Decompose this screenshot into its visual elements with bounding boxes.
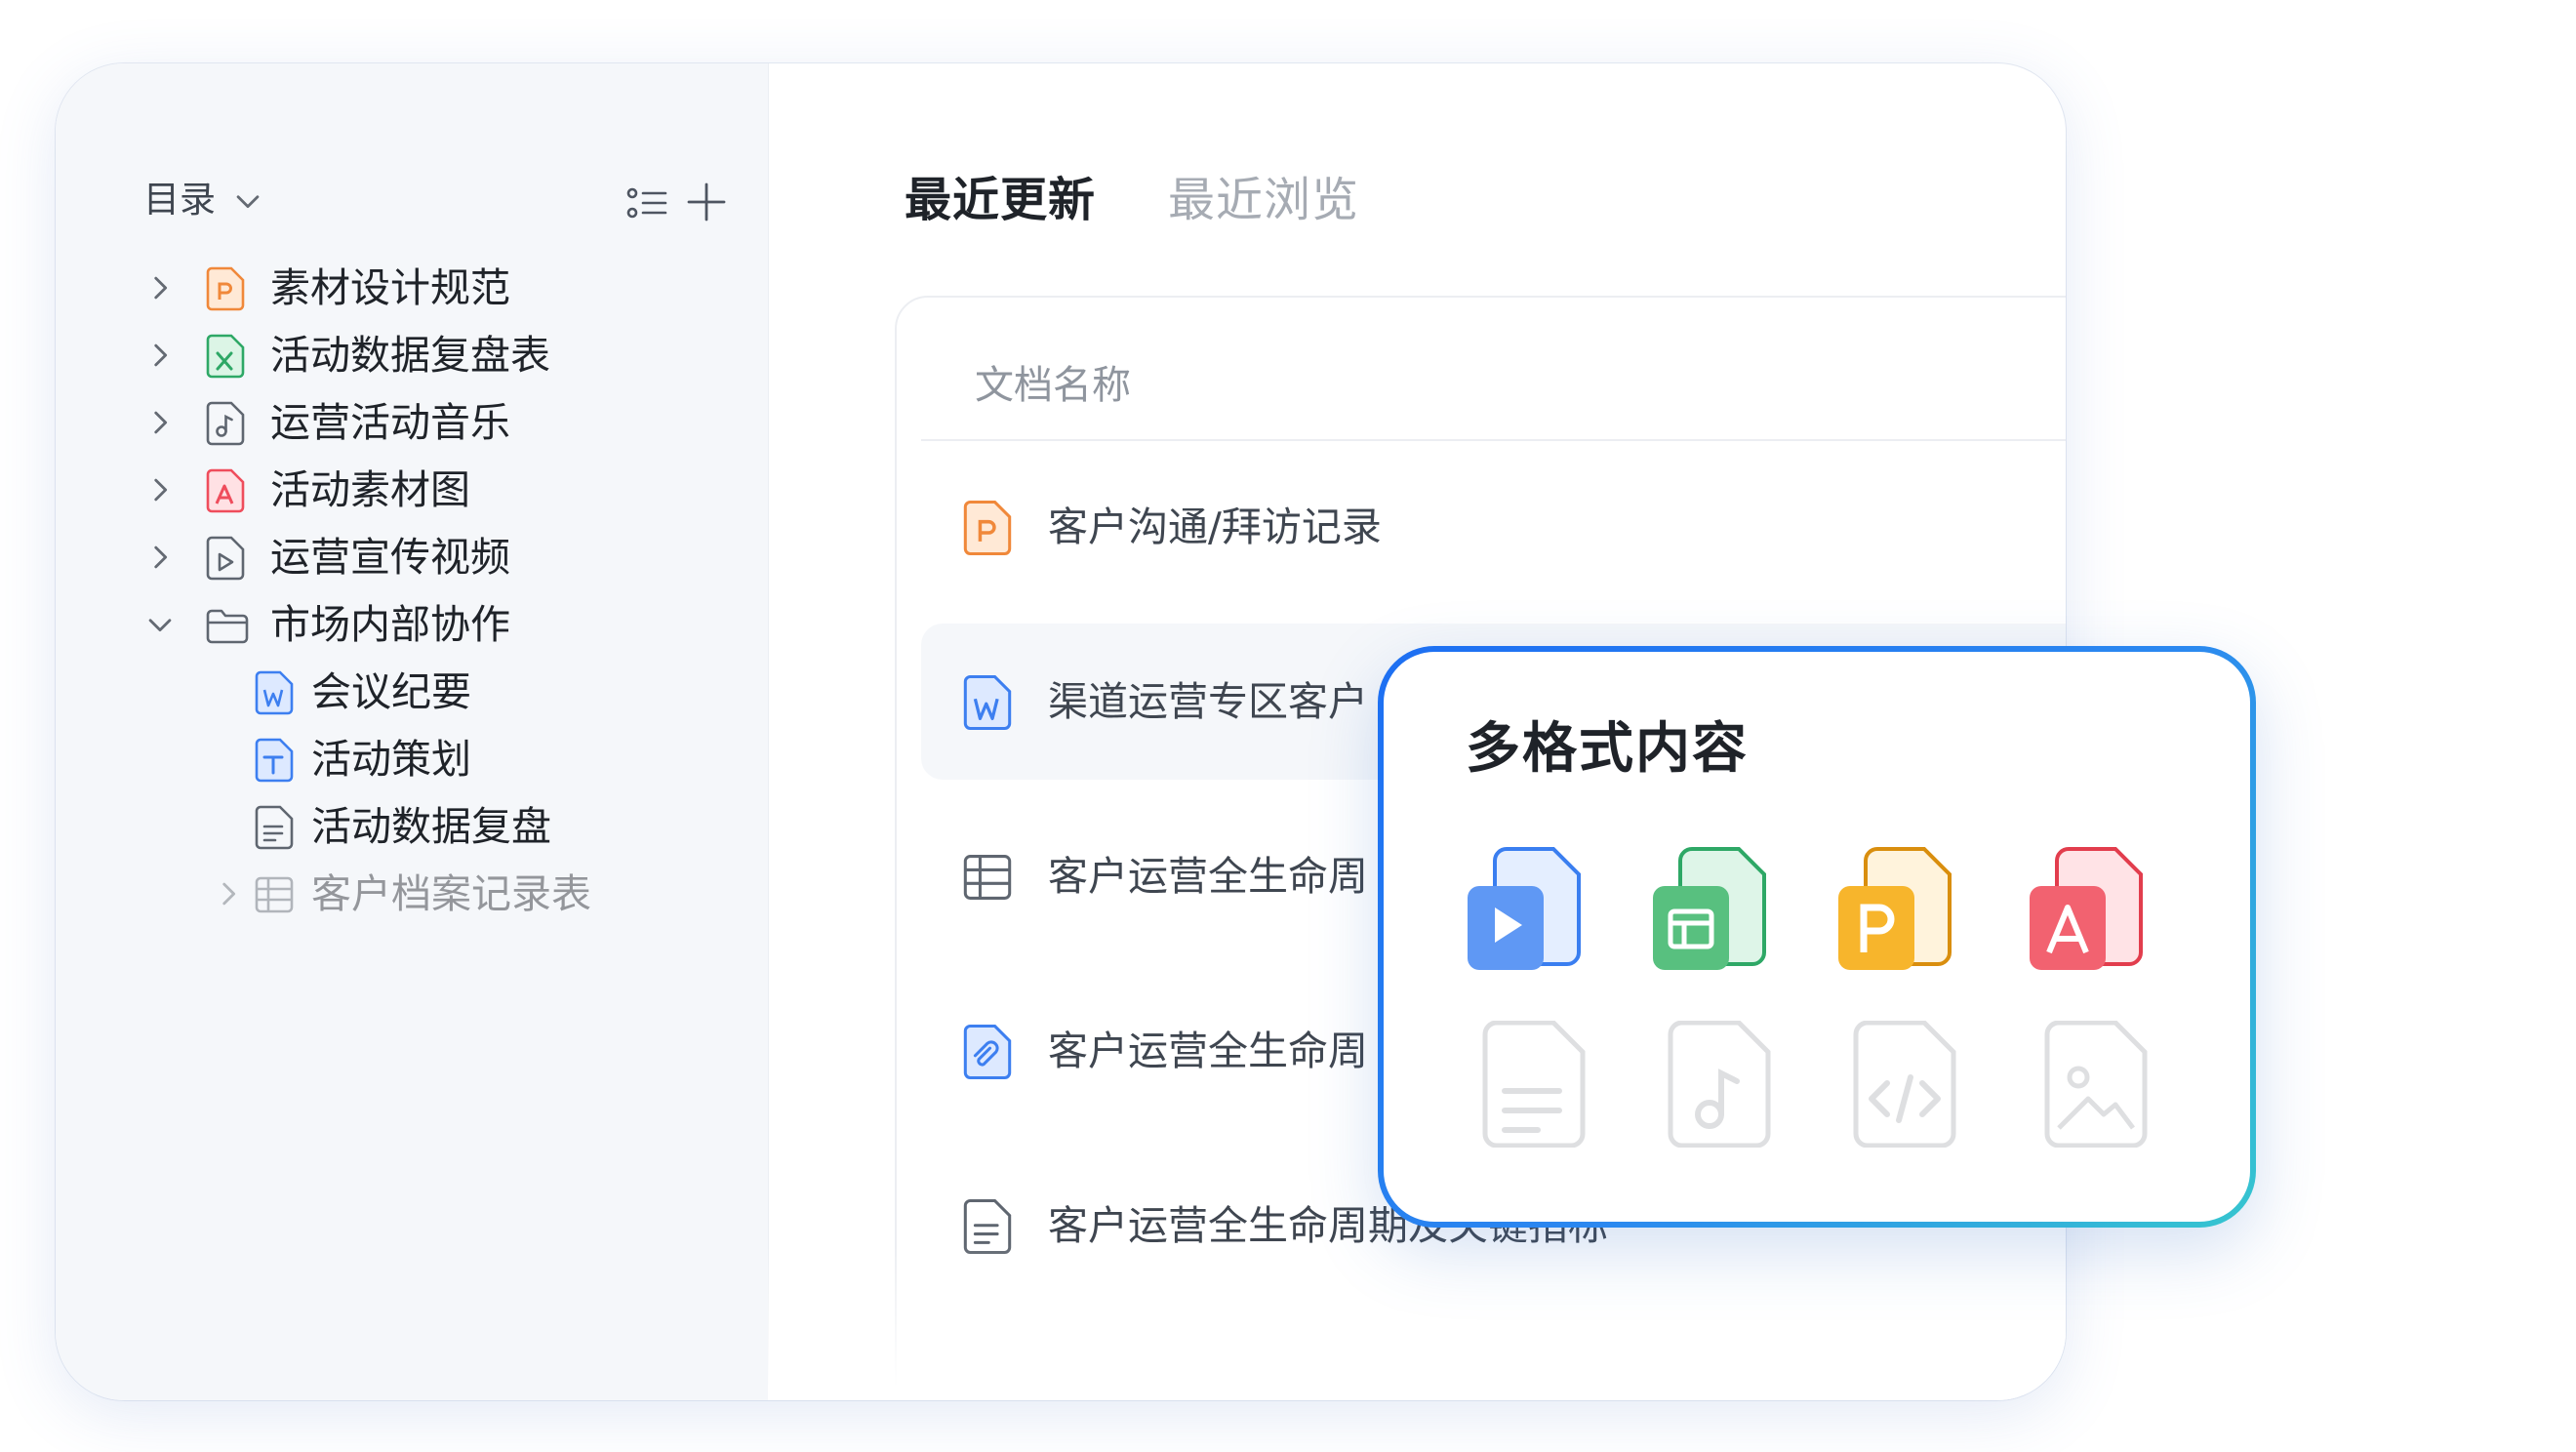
doc-name: 客户运营全生命周 <box>1048 853 1368 900</box>
folder-icon <box>206 609 249 644</box>
chevron-right-icon[interactable] <box>143 271 177 304</box>
sidebar-fade-overlay <box>56 1234 768 1400</box>
pdf-file-icon <box>206 468 245 513</box>
sidebar-item-label: 客户档案记录表 <box>311 870 591 917</box>
video-file-icon <box>206 536 245 581</box>
table-file-icon <box>963 855 1012 900</box>
ppt-file-icon <box>963 501 1012 555</box>
chevron-right-icon[interactable] <box>143 473 177 506</box>
sidebar-item-meeting-notes[interactable]: 会议纪要 <box>143 653 768 731</box>
sidebar-item-label: 运营活动音乐 <box>270 399 510 446</box>
excel-file-icon <box>206 334 245 379</box>
divider <box>921 439 2066 441</box>
sidebar-item-label: 市场内部协作 <box>270 601 510 648</box>
sheet-format-icon <box>1653 847 1766 970</box>
doc-name: 客户沟通/拜访记录 <box>1048 504 1382 550</box>
chevron-right-icon[interactable] <box>143 339 177 372</box>
ppt-format-icon <box>1838 847 1952 970</box>
list-view-icon[interactable] <box>626 184 669 223</box>
directory-title[interactable]: 目录 <box>143 161 216 239</box>
word-file-icon <box>255 670 294 715</box>
ppt-file-icon <box>206 266 245 311</box>
music-file-icon <box>206 401 245 446</box>
doc-file-icon <box>255 805 294 850</box>
sidebar-item-activity-plan[interactable]: 活动策划 <box>143 720 768 798</box>
chevron-down-icon[interactable] <box>231 184 264 218</box>
tab-recent-views[interactable]: 最近浏览 <box>1168 156 1359 244</box>
doc-name-column-header: 文档名称 <box>975 363 1131 408</box>
chevron-right-icon[interactable] <box>143 541 177 574</box>
sidebar-item-label: 活动数据复盘表 <box>270 332 550 379</box>
sidebar-item-marketing-collab[interactable]: 市场内部协作 <box>143 585 768 664</box>
sidebar-item-activity-images[interactable]: 活动素材图 <box>143 451 768 529</box>
sidebar-item-customer-records[interactable]: 客户档案记录表 <box>143 855 768 933</box>
word-file-icon <box>963 675 1012 730</box>
sidebar-item-promo-video[interactable]: 运营宣传视频 <box>143 518 768 596</box>
sidebar-item-label: 活动策划 <box>311 736 471 783</box>
music-format-icon <box>1668 1021 1771 1148</box>
popup-body: 多格式内容 <box>1384 652 2250 1222</box>
popup-title: 多格式内容 <box>1466 717 1749 781</box>
video-format-icon <box>1468 847 1581 970</box>
sidebar-item-activity-data-sheet[interactable]: 活动数据复盘表 <box>143 316 768 394</box>
code-format-icon <box>1853 1021 1956 1148</box>
document-format-icon <box>1482 1021 1586 1148</box>
sidebar-item-label: 素材设计规范 <box>270 264 510 311</box>
sidebar-item-activity-music[interactable]: 运营活动音乐 <box>143 383 768 462</box>
image-format-icon <box>2044 1021 2148 1148</box>
table-file-icon <box>255 876 294 913</box>
sidebar-item-activity-review[interactable]: 活动数据复盘 <box>143 787 768 866</box>
text-file-icon <box>255 738 294 783</box>
sidebar-item-label: 会议纪要 <box>311 668 471 715</box>
link-file-icon <box>963 1025 1012 1079</box>
tab-recent-updates[interactable]: 最近更新 <box>905 156 1096 244</box>
doc-name: 渠道运营专区客户 <box>1048 678 1368 725</box>
doc-name: 客户运营全生命周 <box>1048 1028 1368 1074</box>
sidebar: 目录 素材设计规范 活动数据复盘表 运营活动音乐 活动素材图 运营宣传视频 市场… <box>56 63 769 1400</box>
sidebar-item-label: 活动素材图 <box>270 466 470 513</box>
chevron-down-icon[interactable] <box>143 608 177 641</box>
chevron-right-icon[interactable] <box>143 406 177 439</box>
table-row[interactable]: 客户沟通/拜访记录 <box>921 449 2066 605</box>
sidebar-item-material-spec[interactable]: 素材设计规范 <box>143 249 768 327</box>
pdf-format-icon <box>2030 847 2143 970</box>
multi-format-popup: 多格式内容 <box>1378 646 2256 1228</box>
add-icon[interactable] <box>685 181 728 223</box>
sidebar-item-label: 活动数据复盘 <box>311 803 551 850</box>
sidebar-header: 目录 <box>143 161 729 239</box>
chevron-right-icon[interactable] <box>212 877 245 910</box>
list-fade-overlay <box>768 1244 2066 1400</box>
sidebar-item-label: 运营宣传视频 <box>270 534 510 581</box>
